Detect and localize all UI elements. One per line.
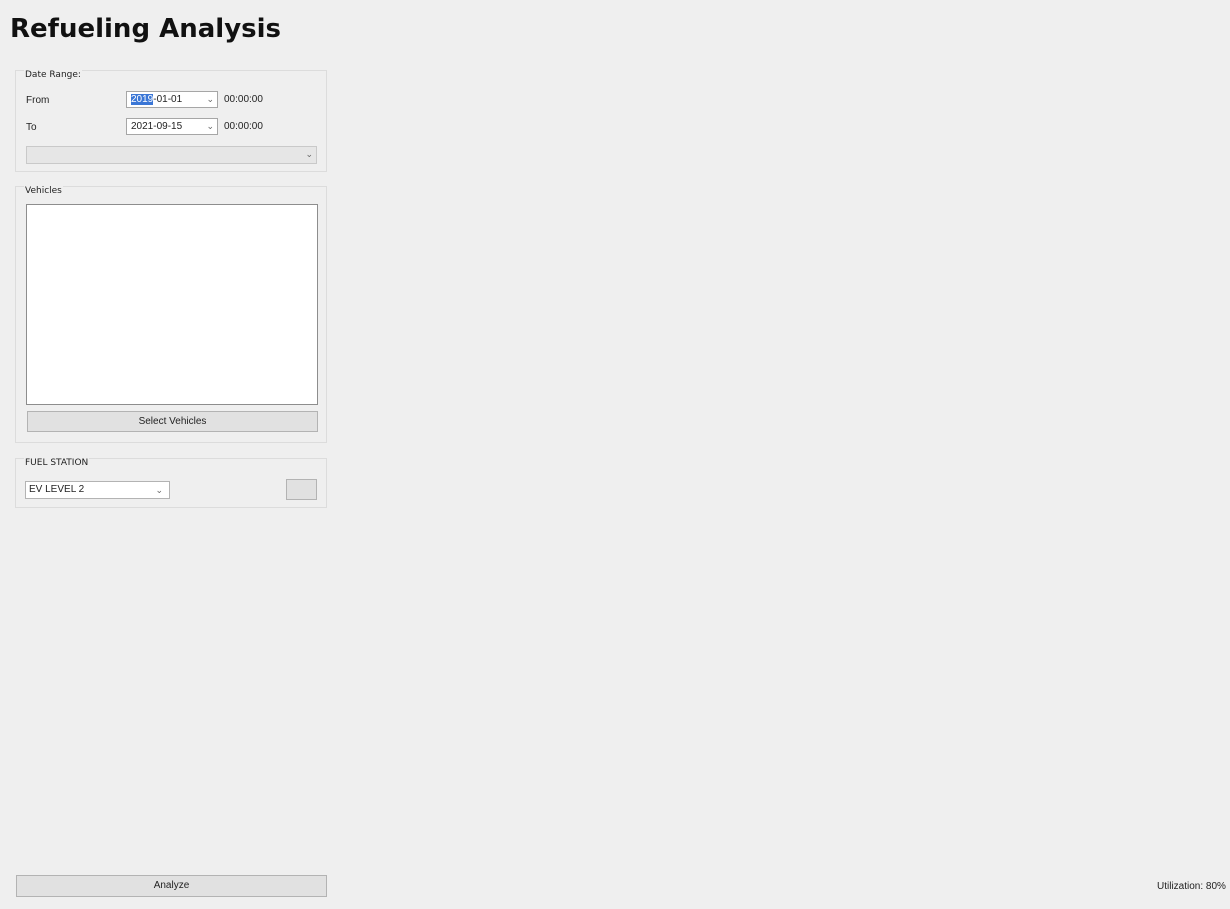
from-label: From xyxy=(26,95,50,106)
chevron-down-icon[interactable]: ⌄ xyxy=(206,119,214,134)
to-time[interactable]: 00:00:00 xyxy=(224,121,263,132)
date-preset-dropdown[interactable]: ⌄ xyxy=(26,146,317,164)
from-date-year-selection: 2019 xyxy=(131,94,154,105)
to-date-value: 2021-09-15 xyxy=(131,121,183,132)
main-window: Refueling Analysis Date Range: From 2019… xyxy=(0,0,1230,909)
to-label: To xyxy=(26,122,37,133)
vehicles-group: Vehicles Select Vehicles xyxy=(15,186,327,443)
fuel-station-value: EV LEVEL 2 xyxy=(29,484,85,495)
fuel-station-aux-button[interactable] xyxy=(286,479,317,500)
vehicles-list[interactable] xyxy=(26,204,318,405)
analyze-button[interactable]: Analyze xyxy=(16,875,327,897)
chevron-down-icon[interactable]: ⌄ xyxy=(155,482,163,498)
date-range-group: Date Range: From 2019-01-01 ⌄ 00:00:00 T… xyxy=(15,70,327,172)
chevron-down-icon[interactable]: ⌄ xyxy=(206,92,214,107)
date-range-legend: Date Range: xyxy=(24,70,82,80)
from-date-picker[interactable]: 2019-01-01 ⌄ xyxy=(126,91,218,108)
select-vehicles-button[interactable]: Select Vehicles xyxy=(27,411,318,432)
chevron-down-icon[interactable]: ⌄ xyxy=(305,147,313,163)
utilization-status: Utilization: 80% xyxy=(1157,881,1226,892)
from-date-rest: -01-01 xyxy=(153,94,183,105)
page-title: Refueling Analysis xyxy=(10,14,282,44)
fuel-station-dropdown[interactable]: EV LEVEL 2 ⌄ xyxy=(25,481,170,499)
vehicles-legend: Vehicles xyxy=(24,186,63,196)
to-date-picker[interactable]: 2021-09-15 ⌄ xyxy=(126,118,218,135)
fuel-station-group: FUEL STATION EV LEVEL 2 ⌄ xyxy=(15,458,327,508)
fuel-station-legend: FUEL STATION xyxy=(24,458,90,468)
from-time[interactable]: 00:00:00 xyxy=(224,94,263,105)
